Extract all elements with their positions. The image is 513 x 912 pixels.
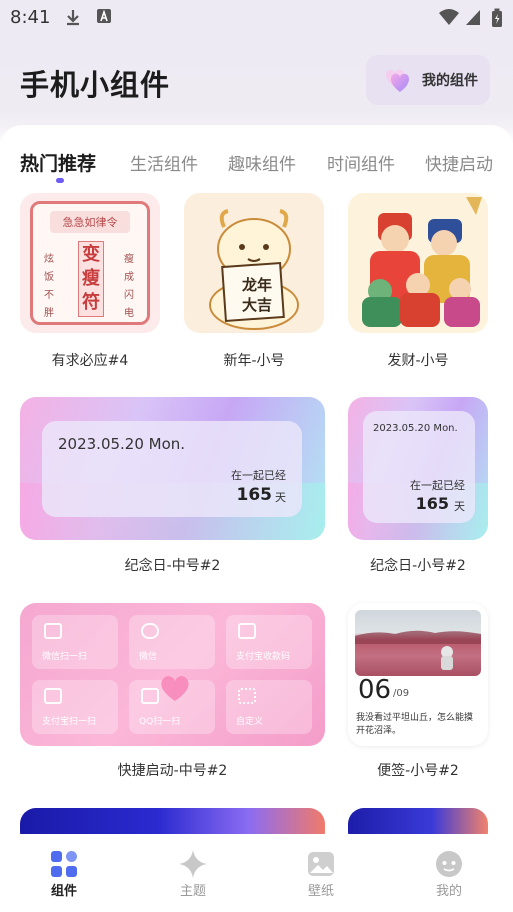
tab-shortcut[interactable]: 快捷启动 [425, 150, 493, 175]
shortcut-tile: 微信扫一扫 [32, 615, 118, 669]
shortcut-tile-label: 微信 [139, 652, 158, 662]
grid-icon [51, 851, 77, 877]
scan-icon [44, 623, 62, 639]
note-text-line-2: 开花沼泽。 [356, 726, 402, 736]
nav-label: 我的 [435, 884, 462, 899]
tab-indicator [56, 178, 64, 183]
shortcut-tile: 微信 [129, 615, 215, 669]
qr-code-icon [238, 623, 256, 639]
shortcut-tile-label: 自定义 [236, 717, 264, 727]
tab-time[interactable]: 时间组件 [327, 150, 395, 175]
nav-label: 主题 [179, 884, 206, 899]
face-icon [436, 851, 462, 877]
shortcut-tile-label: 支付宝收款码 [236, 652, 291, 662]
note-photo [355, 610, 481, 676]
tab-life[interactable]: 生活组件 [130, 150, 198, 175]
widget-anniversary-medium[interactable]: 2023.05.20 Mon. 在一起已经 165 天 [20, 397, 325, 540]
scan-icon [141, 688, 159, 704]
heart-icon [161, 676, 189, 701]
tab-hot[interactable]: 热门推荐 [20, 149, 96, 176]
my-widgets-label: 我的组件 [422, 73, 478, 89]
talisman-left-3: 不 [44, 290, 54, 301]
note-text-line-1: 我没看过平坦山丘，怎么能摸 [356, 713, 474, 723]
widget-note-small[interactable]: 06 /09 我没看过平坦山丘，怎么能摸 开花沼泽。 [348, 603, 488, 746]
battery-icon [492, 8, 502, 27]
wechat-icon [141, 623, 159, 639]
fortune-gods-illustration [362, 197, 482, 327]
new-year-line-2: 大吉 [241, 296, 272, 314]
my-widgets-button[interactable]: 我的组件 [366, 55, 490, 105]
talisman-right-2: 成 [124, 272, 134, 283]
widget-caption: 纪念日-中号#2 [124, 558, 221, 574]
talisman-right-4: 电 [124, 308, 134, 319]
widget-fortune[interactable] [348, 193, 488, 333]
talisman-char-2: 瘦 [82, 268, 100, 289]
anniversary-with-label: 在一起已经 [231, 469, 286, 482]
note-day: 06 [358, 675, 392, 705]
widget-talisman[interactable]: 急急如律令 变 瘦 符 炫 饭 不 胖 瘦 成 闪 电 [20, 193, 160, 333]
nav-label: 组件 [50, 884, 77, 899]
shortcut-tile: 支付宝扫一扫 [32, 680, 118, 734]
widget-anniversary-small[interactable]: 2023.05.20 Mon. 在一起已经 165 天 [348, 397, 488, 540]
widget-caption: 发财-小号 [387, 353, 449, 369]
shortcut-tile-label: 微信扫一扫 [42, 652, 88, 662]
image-icon [308, 852, 334, 876]
talisman-right-3: 闪 [124, 290, 134, 301]
font-icon [97, 9, 111, 23]
talisman-sign: 急急如律令 [62, 216, 118, 229]
scan-icon [44, 688, 62, 704]
widget-new-year[interactable]: 龙年 大吉 [184, 193, 324, 333]
tab-fun[interactable]: 趣味组件 [228, 150, 296, 175]
anniversary-days: 165 [236, 485, 273, 505]
anniversary-date: 2023.05.20 Mon. [58, 435, 186, 453]
wifi-icon [439, 9, 459, 25]
signal-icon [466, 10, 480, 25]
talisman-char-3: 符 [82, 292, 100, 313]
new-year-line-1: 龙年 [241, 276, 272, 294]
talisman-char-1: 变 [82, 244, 100, 265]
anniversary-days: 165 [415, 494, 449, 513]
download-icon [67, 10, 79, 26]
talisman-left-1: 炫 [44, 254, 54, 265]
shortcut-tile: 自定义 [226, 680, 312, 734]
talisman-left-2: 饭 [44, 272, 54, 283]
anniversary-unit: 天 [454, 500, 465, 513]
status-time: 8:41 [10, 7, 51, 28]
shortcut-tile-label: QQ扫一扫 [139, 717, 181, 727]
note-month: /09 [393, 688, 410, 699]
widget-caption: 纪念日-小号#2 [370, 558, 466, 574]
talisman-right-1: 瘦 [124, 254, 134, 265]
anniversary-unit: 天 [275, 491, 286, 504]
hearts-icon [386, 69, 409, 92]
widget-shortcut-medium[interactable]: 微信扫一扫 微信 支付宝收款码 支付宝扫一扫 QQ扫一扫 自定义 [20, 603, 325, 746]
anniversary-with-label: 在一起已经 [410, 479, 465, 492]
anniversary-date: 2023.05.20 Mon. [373, 423, 458, 434]
widget-caption: 便签-小号#2 [377, 763, 459, 779]
category-tabs: 热门推荐 生活组件 趣味组件 时间组件 快捷启动 [0, 150, 513, 186]
sparkle-icon [179, 850, 207, 878]
widget-caption: 快捷启动-中号#2 [117, 763, 228, 779]
apps-icon [238, 688, 256, 704]
talisman-left-4: 胖 [44, 308, 54, 319]
nav-label: 壁纸 [307, 884, 334, 899]
status-bar: 8:41 [0, 0, 513, 34]
widget-caption: 有求必应#4 [51, 353, 129, 369]
shortcut-tile: 支付宝收款码 [226, 615, 312, 669]
app-title: 手机小组件 [20, 68, 171, 102]
shortcut-tile-label: 支付宝扫一扫 [42, 717, 97, 727]
widget-caption: 新年-小号 [223, 353, 285, 369]
bottom-nav: 组件 主题 壁纸 我的 [0, 834, 513, 912]
